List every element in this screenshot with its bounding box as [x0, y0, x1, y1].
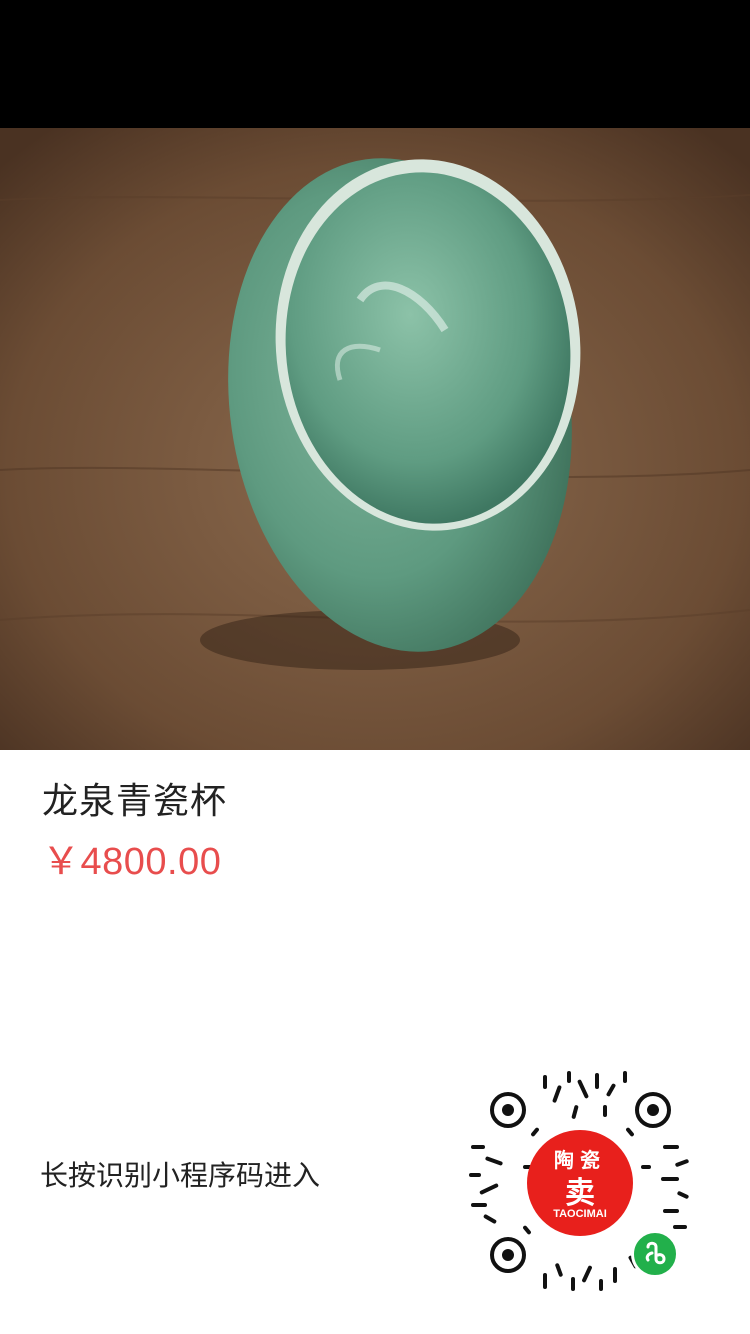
miniprogram-icon — [631, 1230, 679, 1278]
product-price: ￥4800.00 — [42, 841, 222, 883]
badge-line2: 卖 — [565, 1176, 595, 1211]
product-image — [0, 0, 750, 750]
celadon-cup-illustration — [0, 0, 750, 750]
badge-line3: TAOCIMAI — [553, 1208, 607, 1220]
miniprogram-glyph — [645, 1241, 666, 1265]
brand-logo-badge: 陶瓷 卖 TAOCIMAI — [527, 1130, 633, 1236]
qr-hint-text: 长按识别小程序码进入 — [40, 1159, 321, 1192]
product-title: 龙泉青瓷杯 — [42, 781, 228, 822]
